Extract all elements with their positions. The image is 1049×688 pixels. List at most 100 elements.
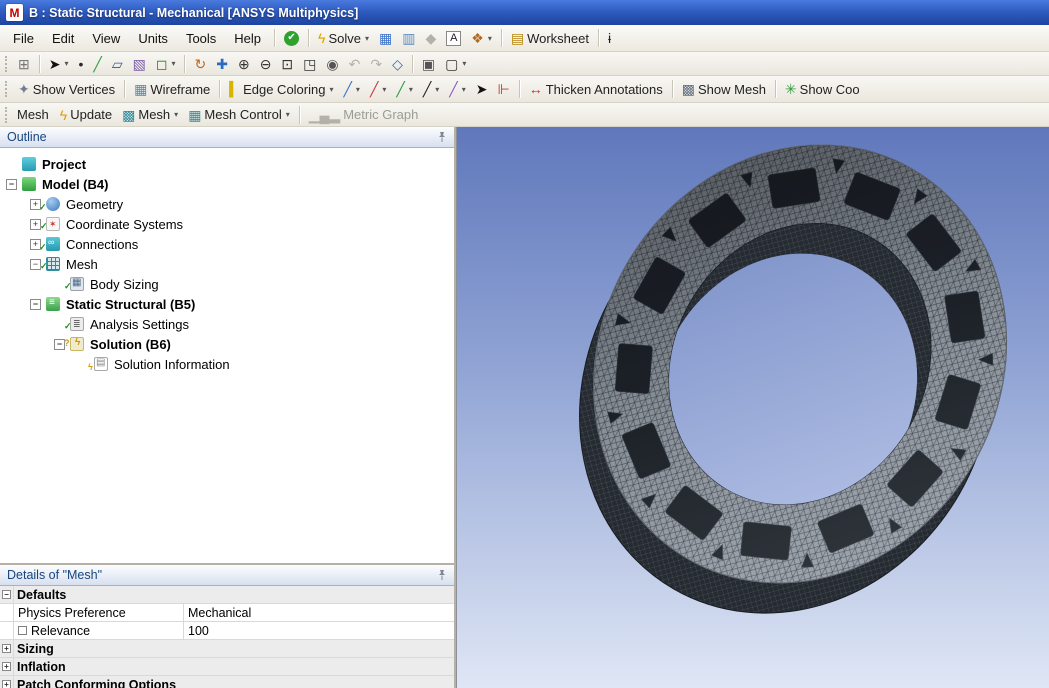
select-edge-icon[interactable]: ╱ bbox=[88, 55, 106, 73]
annotation-label-icon[interactable]: A bbox=[441, 29, 466, 48]
tree-item-project[interactable]: Project bbox=[0, 154, 454, 174]
details-group-sizing[interactable]: +Sizing bbox=[0, 640, 454, 658]
edge-style-red-button-dropdown-arrow[interactable]: ▾ bbox=[382, 85, 386, 94]
edge-coloring-button[interactable]: ▍Edge Coloring▾ bbox=[224, 80, 338, 99]
show-mesh-button[interactable]: ▩Show Mesh bbox=[677, 80, 771, 99]
tree-expander-minus[interactable]: − bbox=[6, 179, 17, 190]
vector-display-icon-dropdown-arrow[interactable]: ▾ bbox=[488, 34, 492, 43]
details-group-inflation[interactable]: +Inflation bbox=[0, 658, 454, 676]
toolbar-grip[interactable] bbox=[5, 81, 9, 97]
named-selection-icon[interactable]: ⊞ bbox=[13, 55, 35, 73]
pin-icon[interactable] bbox=[437, 131, 447, 143]
pin-icon[interactable] bbox=[437, 569, 447, 581]
select-mode-button[interactable]: ➤▾ bbox=[44, 55, 74, 73]
thicken-annotations-button[interactable]: ↔Thicken Annotations bbox=[524, 80, 668, 99]
worksheet-button[interactable]: ▤Worksheet bbox=[506, 29, 594, 48]
extend-selection-button[interactable]: ◻▾ bbox=[151, 55, 181, 73]
titlebar[interactable]: M B : Static Structural - Mechanical [AN… bbox=[0, 0, 1049, 25]
mesh-menu-button-dropdown-arrow[interactable]: ▾ bbox=[174, 110, 178, 119]
zoom-out-icon[interactable]: ⊖ bbox=[255, 55, 277, 73]
tree-item-label: Model (B4) bbox=[42, 177, 108, 192]
details-property-name: Relevance bbox=[14, 622, 184, 639]
tree-item-mesh[interactable]: −✓Mesh bbox=[0, 254, 454, 274]
solve-button-dropdown-arrow[interactable]: ▾ bbox=[365, 34, 369, 43]
details-gutter: − bbox=[0, 586, 14, 603]
toolbar-grip[interactable] bbox=[5, 107, 9, 123]
details-property-value[interactable]: Mechanical bbox=[184, 604, 454, 621]
wireframe-button[interactable]: ▦Wireframe bbox=[129, 80, 215, 99]
details-group-expander[interactable]: + bbox=[2, 662, 11, 671]
tree-item-body-sizing[interactable]: ✓Body Sizing bbox=[0, 274, 454, 294]
edge-style-purple-button-dropdown-arrow[interactable]: ▾ bbox=[462, 85, 466, 94]
magnifier-window-icon[interactable]: ◉ bbox=[321, 55, 343, 73]
vector-display-icon[interactable]: ❖▾ bbox=[466, 29, 497, 47]
menu-file[interactable]: File bbox=[4, 27, 43, 50]
show-vertices-button[interactable]: ✦Show Vertices bbox=[13, 80, 120, 99]
tree-item-analysis-settings[interactable]: ✓Analysis Settings bbox=[0, 314, 454, 334]
menu-tools[interactable]: Tools bbox=[177, 27, 225, 50]
details-group-defaults[interactable]: −Defaults bbox=[0, 586, 454, 604]
solve-button[interactable]: ϟSolve▾ bbox=[313, 29, 374, 48]
status-ok-icon[interactable]: ✔ bbox=[279, 29, 304, 48]
tree-item-model-b4[interactable]: − Model (B4) bbox=[0, 174, 454, 194]
edge-style-green-button-glyph: ╱ bbox=[396, 82, 404, 96]
details-property-value[interactable]: 100 bbox=[184, 622, 454, 639]
mesh-control-button-dropdown-arrow[interactable]: ▾ bbox=[286, 110, 290, 119]
select-mode-button-dropdown-arrow[interactable]: ▾ bbox=[64, 59, 68, 68]
zoom-in-icon[interactable]: ⊕ bbox=[233, 55, 255, 73]
toolbar-grip[interactable] bbox=[5, 56, 9, 72]
details-group-expander[interactable]: + bbox=[2, 644, 11, 653]
menu-view[interactable]: View bbox=[83, 27, 129, 50]
select-face-icon[interactable]: ▱ bbox=[107, 55, 128, 73]
edge-style-black-button[interactable]: ╱▾ bbox=[418, 80, 444, 98]
details-group-expander[interactable]: − bbox=[2, 590, 11, 599]
tree-item-solution-information[interactable]: ϟSolution Information bbox=[0, 354, 454, 374]
scoping-marks-icon[interactable]: ⊩ bbox=[492, 80, 514, 98]
menu-units[interactable]: Units bbox=[129, 27, 177, 50]
edge-style-green-button[interactable]: ╱▾ bbox=[391, 80, 417, 98]
tree-item-geometry[interactable]: +✓Geometry bbox=[0, 194, 454, 214]
tree-expander-minus[interactable]: − bbox=[30, 299, 41, 310]
tools-grid-icon[interactable]: ▥ bbox=[397, 29, 420, 47]
named-selection-icon-glyph: ⊞ bbox=[18, 57, 30, 71]
direction-arrow-icon[interactable]: ➤ bbox=[471, 80, 493, 98]
vector-display-icon-glyph: ❖ bbox=[471, 31, 484, 45]
details-row-relevance[interactable]: Relevance100 bbox=[0, 622, 454, 640]
edge-coloring-button-dropdown-arrow[interactable]: ▾ bbox=[329, 85, 333, 94]
rotate-icon[interactable]: ↻ bbox=[189, 55, 211, 73]
details-group-patch-conforming-options[interactable]: +Patch Conforming Options bbox=[0, 676, 454, 688]
tree-item-coordinate-systems[interactable]: +✓Coordinate Systems bbox=[0, 214, 454, 234]
box-zoom-icon[interactable]: ⊡ bbox=[276, 55, 298, 73]
manage-viewports-button[interactable]: ▢▾ bbox=[440, 55, 471, 73]
selection-information-icon[interactable]: ɨ bbox=[603, 29, 616, 47]
edge-style-purple-button[interactable]: ╱▾ bbox=[444, 80, 470, 98]
tree-item-static-structural-b5[interactable]: −Static Structural (B5) bbox=[0, 294, 454, 314]
property-checkbox[interactable] bbox=[18, 626, 27, 635]
tree-item-label: Coordinate Systems bbox=[66, 217, 183, 232]
edge-style-red-button[interactable]: ╱▾ bbox=[365, 80, 391, 98]
edge-style-blue-button[interactable]: ╱▾ bbox=[338, 80, 364, 98]
menu-help[interactable]: Help bbox=[225, 27, 270, 50]
pan-icon[interactable]: ✚ bbox=[211, 55, 233, 73]
zoom-fit-icon[interactable]: ◳ bbox=[298, 55, 321, 73]
analysis-data-icon[interactable]: ▦ bbox=[374, 29, 397, 47]
edge-style-black-button-dropdown-arrow[interactable]: ▾ bbox=[435, 85, 439, 94]
iso-view-icon[interactable]: ◇ bbox=[387, 55, 408, 73]
tree-item-solution-b6[interactable]: −?Solution (B6) bbox=[0, 334, 454, 354]
edge-style-blue-button-dropdown-arrow[interactable]: ▾ bbox=[356, 85, 360, 94]
update-button[interactable]: ϟUpdate bbox=[55, 105, 117, 124]
select-body-icon[interactable]: ▧ bbox=[128, 55, 151, 73]
manage-viewports-button-dropdown-arrow[interactable]: ▾ bbox=[462, 59, 466, 68]
select-vertex-icon[interactable]: • bbox=[73, 55, 88, 73]
viewport-3d[interactable] bbox=[456, 127, 1049, 688]
mesh-control-button[interactable]: ▦Mesh Control▾ bbox=[183, 105, 295, 124]
details-row-physics-preference[interactable]: Physics PreferenceMechanical bbox=[0, 604, 454, 622]
look-at-icon[interactable]: ▣ bbox=[417, 55, 440, 73]
mesh-menu-button[interactable]: ▩Mesh▾ bbox=[117, 105, 183, 124]
extend-selection-button-dropdown-arrow[interactable]: ▾ bbox=[171, 59, 175, 68]
edge-style-green-button-dropdown-arrow[interactable]: ▾ bbox=[409, 85, 413, 94]
tree-item-connections[interactable]: +✓Connections bbox=[0, 234, 454, 254]
show-coordinate-systems-button[interactable]: ✳Show Coo bbox=[780, 80, 865, 99]
menu-edit[interactable]: Edit bbox=[43, 27, 83, 50]
details-group-expander[interactable]: + bbox=[2, 680, 11, 688]
